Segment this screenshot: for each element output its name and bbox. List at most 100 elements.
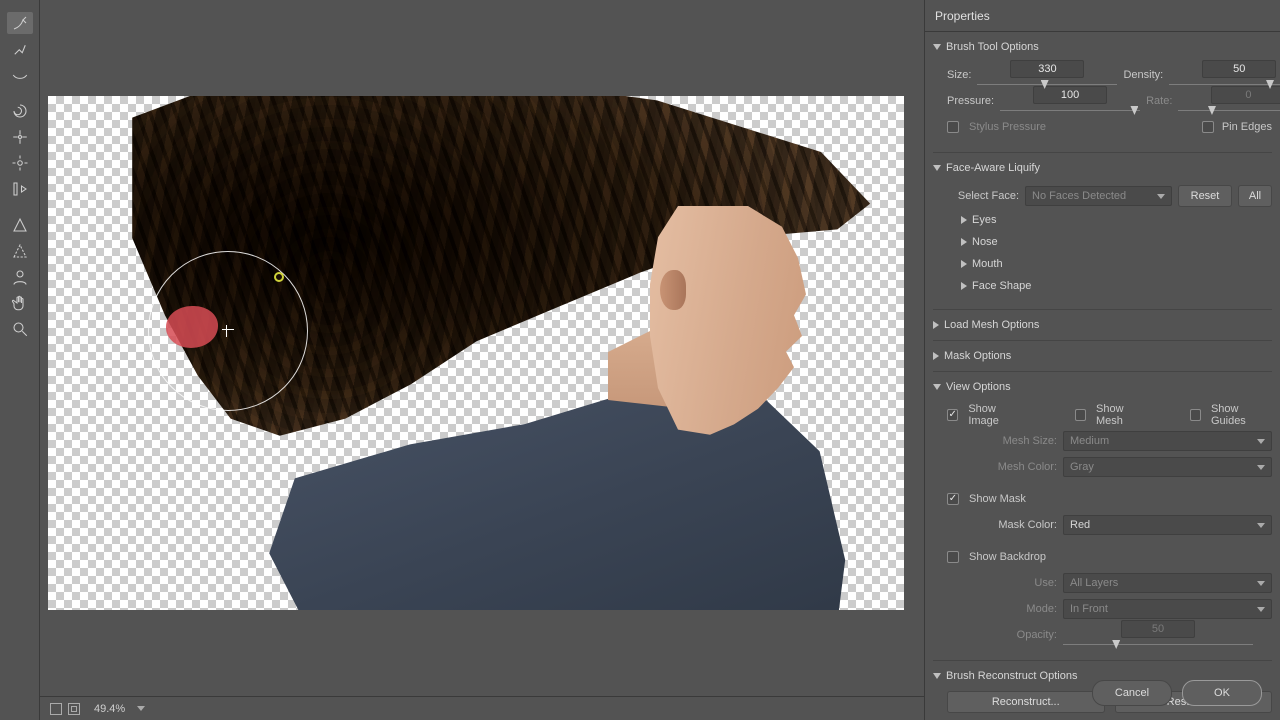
- size-field[interactable]: [1010, 60, 1084, 78]
- section-title: Mask Options: [944, 350, 1011, 362]
- show-image-label: Show Image: [968, 403, 1025, 427]
- section-load-mesh[interactable]: Load Mesh Options: [933, 314, 1272, 336]
- show-backdrop-label: Show Backdrop: [969, 551, 1046, 563]
- pressure-slider[interactable]: [1000, 106, 1140, 116]
- pucker-tool[interactable]: [7, 126, 33, 148]
- chevron-right-icon: [961, 282, 967, 290]
- show-mask-label: Show Mask: [969, 493, 1026, 505]
- reconstruct-tool[interactable]: [7, 38, 33, 60]
- chevron-down-icon: [933, 165, 941, 171]
- chevron-right-icon: [961, 260, 967, 268]
- properties-panel: Properties Brush Tool Options Size: Dens…: [924, 0, 1280, 720]
- warp-pin[interactable]: [274, 272, 284, 282]
- chevron-down-icon: [1257, 465, 1265, 470]
- backdrop-mode-dropdown: In Front: [1063, 599, 1272, 619]
- bloat-tool[interactable]: [7, 152, 33, 174]
- canvas-area: [40, 0, 924, 696]
- hand-tool[interactable]: [7, 292, 33, 314]
- zoom-tool[interactable]: [7, 318, 33, 340]
- chevron-down-icon: [1157, 194, 1165, 199]
- tool-palette: [0, 0, 40, 720]
- select-face-dropdown[interactable]: No Faces Detected: [1025, 186, 1172, 206]
- mask-color-label: Mask Color:: [947, 519, 1057, 531]
- show-backdrop-checkbox[interactable]: [947, 551, 959, 563]
- section-face-aware[interactable]: Face-Aware Liquify: [933, 157, 1272, 179]
- forward-warp-tool[interactable]: [7, 12, 33, 34]
- chevron-down-icon: [1257, 523, 1265, 528]
- size-label: Size:: [947, 69, 971, 81]
- section-mask-options[interactable]: Mask Options: [933, 345, 1272, 367]
- all-faces-button[interactable]: All: [1238, 185, 1272, 207]
- subject-ear: [660, 270, 686, 310]
- show-guides-label: Show Guides: [1211, 403, 1272, 427]
- density-field[interactable]: [1202, 60, 1276, 78]
- mesh-color-label: Mesh Color:: [947, 461, 1057, 473]
- section-face-shape[interactable]: Face Shape: [961, 275, 1272, 297]
- reset-face-button[interactable]: Reset: [1178, 185, 1232, 207]
- density-slider[interactable]: [1169, 80, 1280, 90]
- pressure-label: Pressure:: [947, 95, 994, 107]
- section-title: Load Mesh Options: [944, 319, 1039, 331]
- show-mesh-checkbox[interactable]: [1075, 409, 1086, 421]
- section-eyes[interactable]: Eyes: [961, 209, 1272, 231]
- cancel-button[interactable]: Cancel: [1092, 680, 1172, 706]
- actual-pixels-icon[interactable]: [68, 703, 80, 715]
- mesh-size-label: Mesh Size:: [947, 435, 1057, 447]
- select-face-label: Select Face:: [947, 190, 1019, 202]
- select-face-value: No Faces Detected: [1032, 190, 1126, 202]
- section-title: Brush Tool Options: [946, 41, 1039, 53]
- stylus-pressure-label: Stylus Pressure: [969, 121, 1046, 133]
- push-left-tool[interactable]: [7, 178, 33, 200]
- pin-edges-checkbox[interactable]: [1202, 121, 1214, 133]
- section-view-options[interactable]: View Options: [933, 376, 1272, 398]
- chevron-right-icon: [933, 321, 939, 329]
- backdrop-use-label: Use:: [947, 577, 1057, 589]
- chevron-down-icon: [1257, 607, 1265, 612]
- show-mask-checkbox[interactable]: [947, 493, 959, 505]
- section-mouth[interactable]: Mouth: [961, 253, 1272, 275]
- twirl-tool[interactable]: [7, 100, 33, 122]
- backdrop-opacity-label: Opacity:: [947, 629, 1057, 641]
- document-canvas[interactable]: [48, 96, 904, 610]
- size-slider[interactable]: [977, 80, 1117, 90]
- show-mesh-label: Show Mesh: [1096, 403, 1150, 427]
- backdrop-opacity-slider: [1063, 640, 1253, 650]
- mesh-color-dropdown: Gray: [1063, 457, 1272, 477]
- show-image-checkbox[interactable]: [947, 409, 958, 421]
- section-brush-options[interactable]: Brush Tool Options: [933, 36, 1272, 58]
- zoom-menu-caret[interactable]: [137, 706, 145, 711]
- smooth-tool[interactable]: [7, 64, 33, 86]
- properties-title: Properties: [935, 9, 990, 23]
- ok-button[interactable]: OK: [1182, 680, 1262, 706]
- dialog-footer: Cancel OK: [1092, 680, 1262, 706]
- chevron-down-icon: [1257, 439, 1265, 444]
- section-nose[interactable]: Nose: [961, 231, 1272, 253]
- mask-color-dropdown[interactable]: Red: [1063, 515, 1272, 535]
- chevron-right-icon: [961, 216, 967, 224]
- show-guides-checkbox[interactable]: [1190, 409, 1201, 421]
- freeze-mask-tool[interactable]: [7, 214, 33, 236]
- fit-screen-icon[interactable]: [50, 703, 62, 715]
- stylus-pressure-checkbox[interactable]: [947, 121, 959, 133]
- rate-slider: [1178, 106, 1280, 116]
- chevron-right-icon: [961, 238, 967, 246]
- zoom-readout[interactable]: 49.4%: [94, 703, 125, 715]
- section-title: Face-Aware Liquify: [946, 162, 1040, 174]
- backdrop-mode-label: Mode:: [947, 603, 1057, 615]
- reconstruct-button[interactable]: Reconstruct...: [947, 691, 1105, 713]
- face-tool[interactable]: [7, 266, 33, 288]
- density-label: Density:: [1123, 69, 1163, 81]
- chevron-down-icon: [1257, 581, 1265, 586]
- mesh-size-dropdown: Medium: [1063, 431, 1272, 451]
- section-title: View Options: [946, 381, 1011, 393]
- status-bar: 49.4%: [40, 696, 924, 720]
- section-title: Brush Reconstruct Options: [946, 670, 1077, 682]
- pin-edges-label: Pin Edges: [1222, 121, 1272, 133]
- thaw-mask-tool[interactable]: [7, 240, 33, 262]
- chevron-down-icon: [933, 44, 941, 50]
- chevron-down-icon: [933, 673, 941, 679]
- backdrop-use-dropdown: All Layers: [1063, 573, 1272, 593]
- brush-cursor-cross: [226, 329, 230, 333]
- chevron-down-icon: [933, 384, 941, 390]
- chevron-right-icon: [933, 352, 939, 360]
